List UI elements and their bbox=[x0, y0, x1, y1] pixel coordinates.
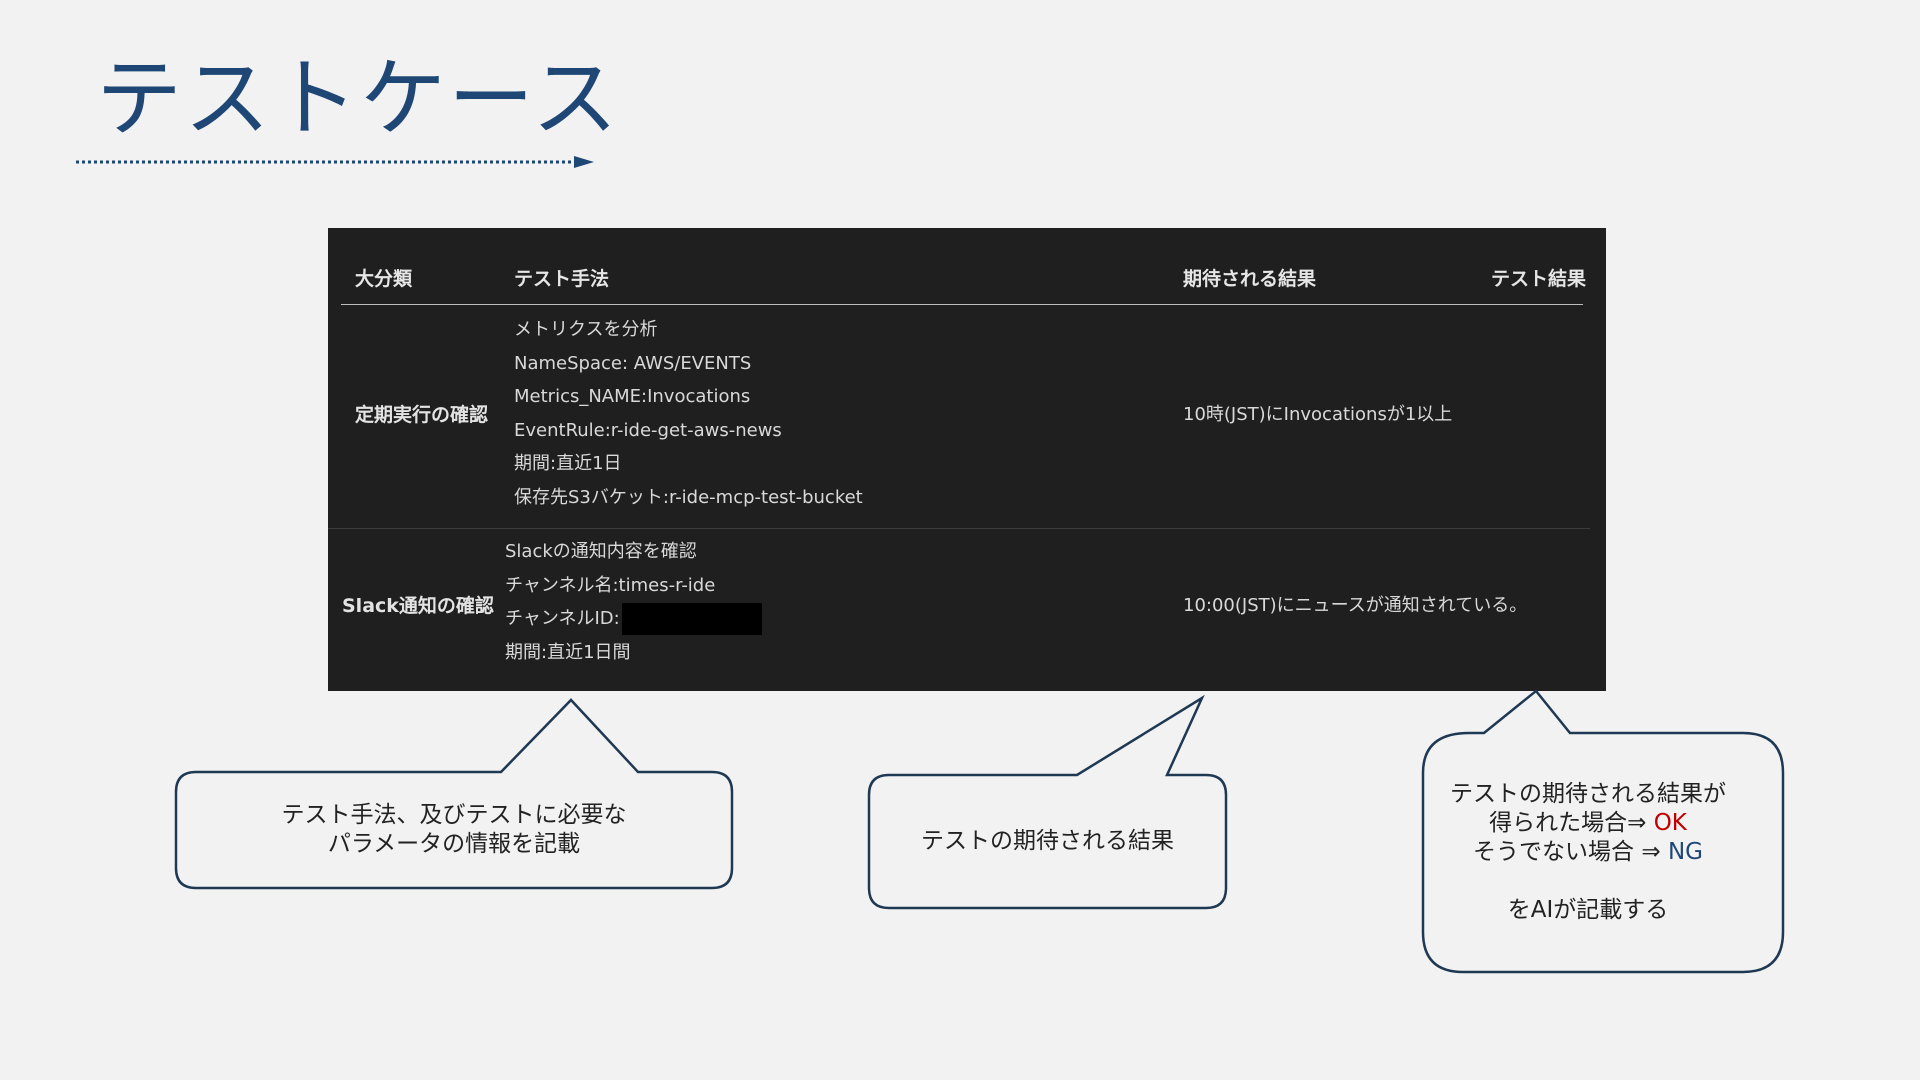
callout-result-line-4: をAIが記載する bbox=[1507, 897, 1669, 923]
callout-expected-bubble bbox=[867, 694, 1228, 910]
callout-method-bubble bbox=[174, 698, 734, 890]
callout-expected-text: テストの期待される結果 bbox=[921, 828, 1174, 854]
callout-method-line-2: パラメータの情報を記載 bbox=[327, 831, 581, 857]
callout-result-spacer bbox=[1423, 867, 1753, 896]
callout-result-line-1: テストの期待される結果が bbox=[1450, 781, 1726, 807]
ok-label: OK bbox=[1653, 810, 1687, 836]
callout-method-line-1: テスト手法、及びテストに必要な bbox=[281, 802, 627, 828]
callout-result-text: テストの期待される結果が 得られた場合⇒ OK そうでない場合 ⇒ NG をAI… bbox=[1423, 780, 1753, 925]
callout-result-ok-prefix: 得られた場合⇒ bbox=[1489, 810, 1654, 836]
callout-method-text: テスト手法、及びテストに必要な パラメータの情報を記載 bbox=[176, 801, 732, 859]
callout-result-ng-prefix: そうでない場合 ⇒ bbox=[1473, 839, 1668, 865]
callout-result-line-2: 得られた場合⇒ OK bbox=[1423, 809, 1753, 838]
callout-result-line-3: そうでない場合 ⇒ NG bbox=[1423, 838, 1753, 867]
ng-label: NG bbox=[1667, 839, 1703, 865]
